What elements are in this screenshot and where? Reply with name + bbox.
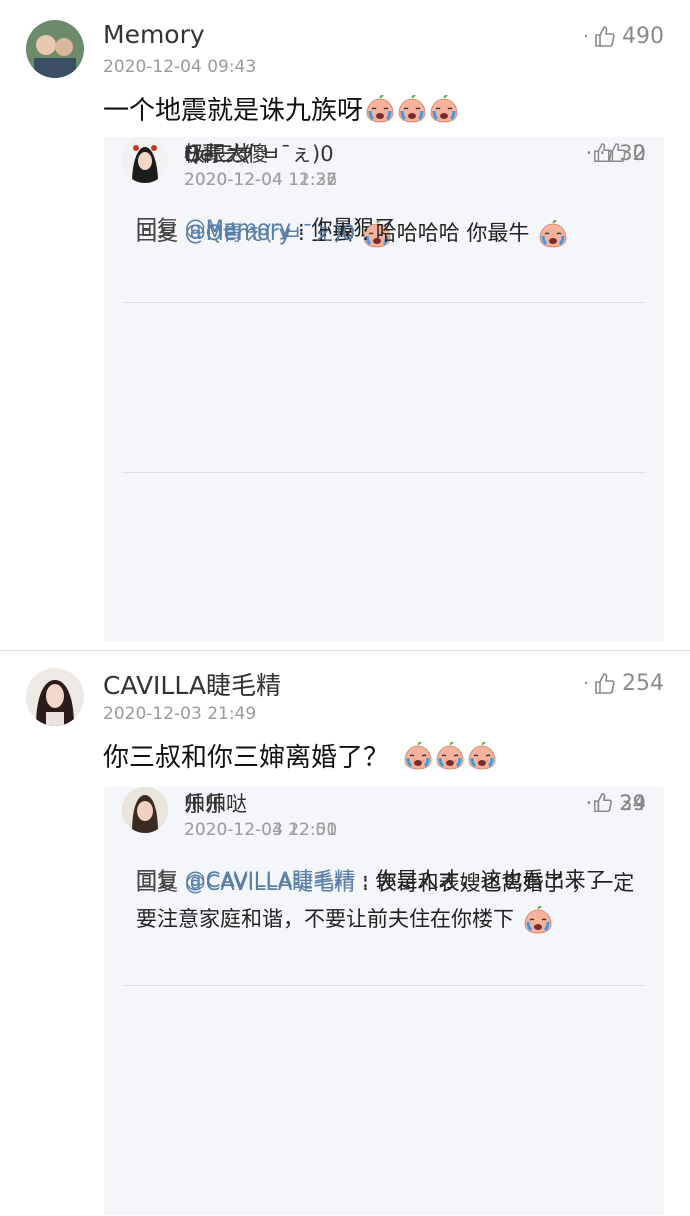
crying-face-emoji-icon bbox=[397, 94, 427, 124]
comment-text: 一个地震就是诛九族呀 bbox=[103, 90, 459, 127]
reply-text: 回复 @Q青ぇ(¯ㅂ¯ぇ)0 : 哈哈哈哈 你最牛 bbox=[136, 215, 644, 251]
comment-timestamp: 2020-12-04 09:43 bbox=[103, 57, 257, 77]
like-count: 254 bbox=[622, 671, 664, 696]
like-button[interactable]: · 490 bbox=[583, 24, 664, 49]
crying-face-emoji-icon bbox=[429, 94, 459, 124]
thumbs-up-icon bbox=[592, 792, 614, 814]
divider bbox=[122, 985, 646, 986]
thumbs-up-icon bbox=[593, 25, 617, 49]
like-button[interactable]: · 2 bbox=[599, 141, 646, 165]
mention-link[interactable]: @CAVILLA睫毛精 bbox=[185, 871, 356, 895]
avatar[interactable] bbox=[26, 20, 84, 78]
reply-thread: 帅帅哒 2020-12-03 22:51 · 39 回复 @CAVILLA睫毛精… bbox=[104, 787, 664, 1215]
avatar[interactable] bbox=[26, 668, 84, 726]
comment-username[interactable]: CAVILLA睫毛精 bbox=[103, 666, 281, 702]
thumbs-up-icon bbox=[593, 672, 617, 696]
reply-prefix: 回复 bbox=[136, 871, 178, 895]
reply-colon: : bbox=[355, 871, 376, 895]
crying-face-emoji-icon bbox=[365, 94, 395, 124]
reply-username[interactable]: 乐乐 bbox=[184, 788, 226, 818]
reply-prefix: 回复 bbox=[136, 221, 178, 245]
comment-item: Memory 2020-12-04 09:43 · 490 一个地震就是诛九族呀… bbox=[0, 0, 690, 650]
sad-face-emoji-icon bbox=[523, 905, 553, 935]
avatar[interactable] bbox=[122, 137, 168, 183]
reply-username[interactable]: He三岁 bbox=[184, 138, 255, 168]
like-count: 490 bbox=[622, 24, 664, 49]
avatar[interactable] bbox=[122, 787, 168, 833]
thumbs-up-icon bbox=[606, 142, 628, 164]
crying-face-emoji-icon bbox=[435, 741, 465, 771]
crying-face-emoji-icon bbox=[467, 741, 497, 771]
crying-face-emoji-icon bbox=[403, 741, 433, 771]
divider bbox=[122, 302, 646, 303]
divider bbox=[122, 472, 646, 473]
like-count: 24 bbox=[619, 791, 646, 815]
crying-face-emoji-icon bbox=[538, 219, 568, 249]
like-button[interactable]: · 254 bbox=[583, 671, 664, 696]
reply-timestamp: 2020-12-04 11:36 bbox=[184, 170, 338, 190]
comment-username[interactable]: Memory bbox=[103, 20, 205, 49]
reply-body: 哈哈哈哈 你最牛 bbox=[375, 221, 530, 245]
reply-thread: Q青ぇ(¯ㅂ¯ぇ)0 2020-12-04 11:27 · 30 回复 @Mem… bbox=[104, 137, 664, 641]
comment-text: 你三叔和你三婶离婚了？ bbox=[103, 737, 497, 774]
comment-body: 你三叔和你三婶离婚了？ bbox=[103, 743, 390, 773]
comment-timestamp: 2020-12-03 21:49 bbox=[103, 704, 257, 724]
comment-item: CAVILLA睫毛精 2020-12-03 21:49 · 254 你三叔和你三… bbox=[0, 651, 690, 1216]
reply-colon: : bbox=[355, 221, 376, 245]
comment-body: 一个地震就是诛九族呀 bbox=[103, 96, 364, 126]
reply-text: 回复 @CAVILLA睫毛精 : 表哥和表嫂也离婚了 ，一定要注意家庭和谐，不要… bbox=[136, 865, 644, 937]
mention-link[interactable]: @Q青ぇ(¯ㅂ¯ぇ)0 bbox=[185, 221, 356, 245]
like-button[interactable]: · 24 bbox=[586, 791, 646, 815]
reply-timestamp: 2020-12-04 12:00 bbox=[184, 820, 338, 840]
like-count: 2 bbox=[632, 141, 646, 165]
